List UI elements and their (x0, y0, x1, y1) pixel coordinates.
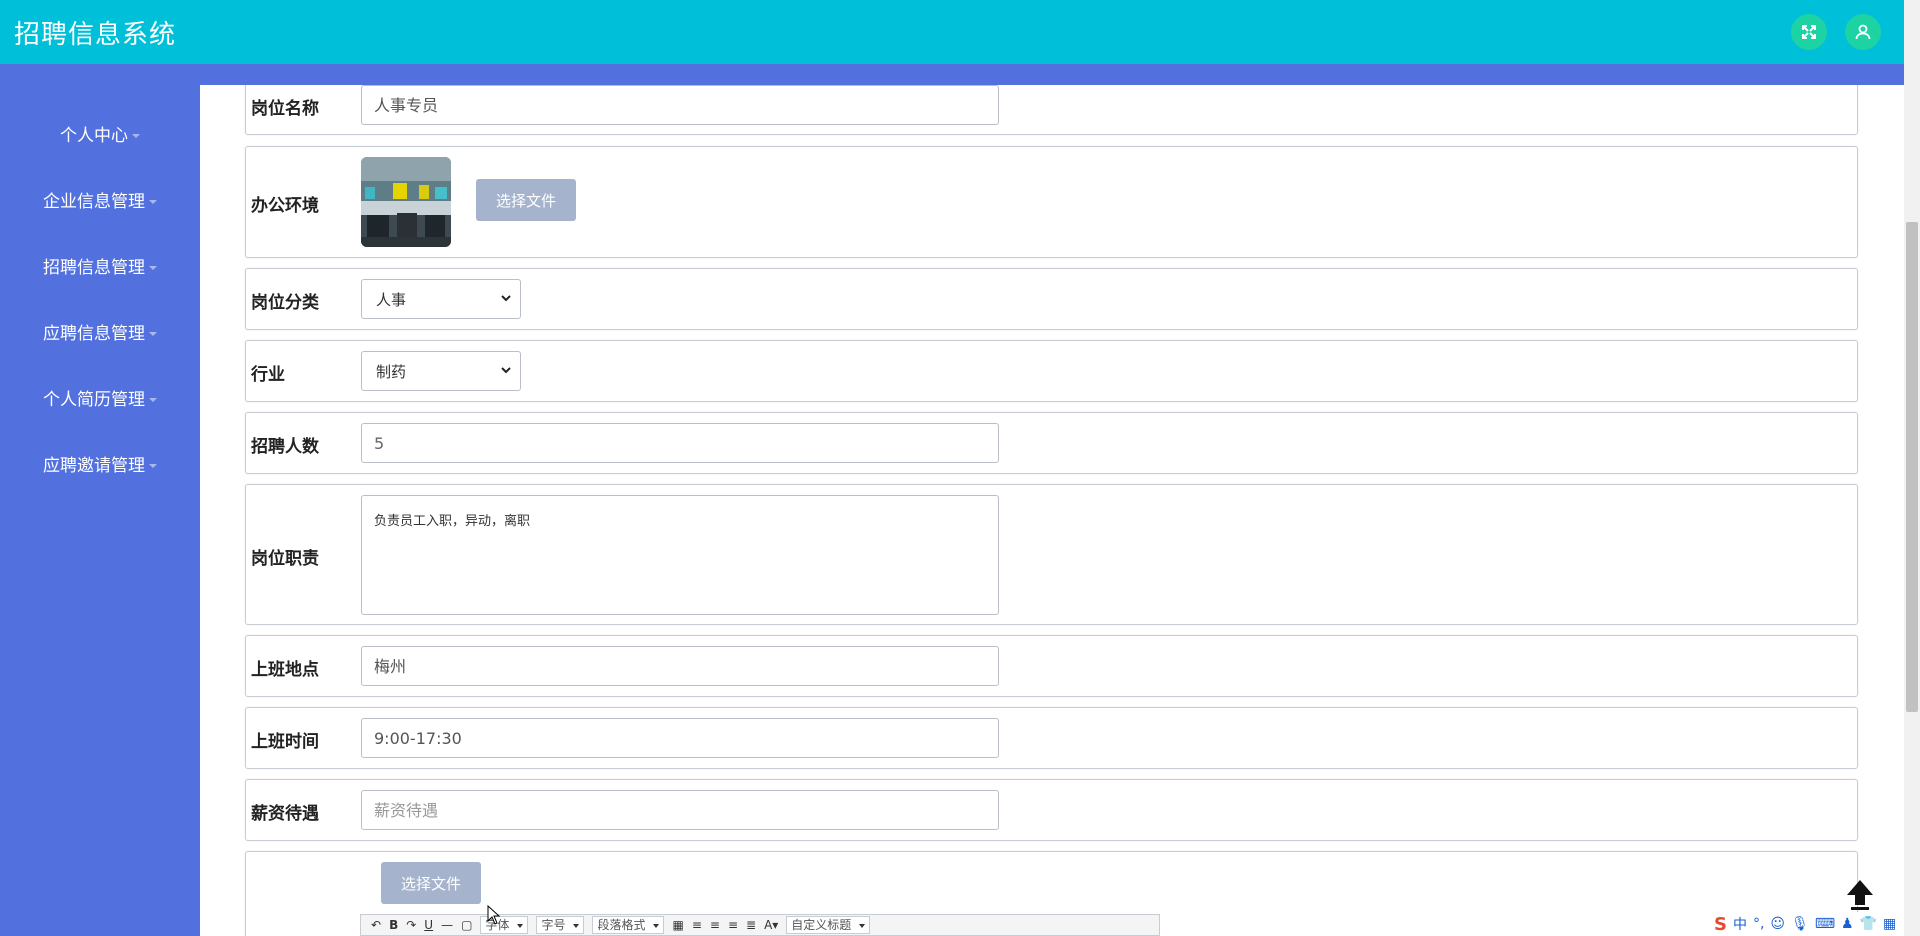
form-row-position-category: 岗位分类 人事 (245, 268, 1858, 330)
form-row-work-location: 上班地点 梅州 (245, 635, 1858, 697)
caret-down-icon (132, 134, 140, 138)
industry-select[interactable]: 制药 (361, 351, 521, 391)
field-label: 岗位分类 (251, 293, 319, 313)
user-button[interactable] (1845, 14, 1881, 50)
field-label: 岗位名称 (251, 99, 319, 119)
duties-textarea[interactable]: 负责员工入职，异动，离职 (361, 495, 999, 615)
sidebar: 个人中心 企业信息管理 招聘信息管理 应聘信息管理 个人简历管理 应聘邀请管理 (0, 64, 200, 936)
form-row-work-hours: 上班时间 9:00-17:30 (245, 707, 1858, 769)
font-color-icon[interactable]: A▾ (764, 918, 778, 932)
sidebar-item-application-info[interactable]: 应聘信息管理 (0, 319, 200, 344)
punctuation-icon[interactable]: °, (1753, 916, 1764, 932)
form-row-position-name: 岗位名称 人事专员 (245, 85, 1858, 135)
keyboard-icon[interactable]: ⌨ (1815, 916, 1835, 932)
form-row-industry: 行业 制药 (245, 340, 1858, 402)
field-label: 岗位职责 (251, 549, 319, 569)
fullscreen-button[interactable] (1791, 14, 1827, 50)
table-icon[interactable]: ▦ (672, 918, 683, 932)
sidebar-item-invitation[interactable]: 应聘邀请管理 (0, 451, 200, 476)
arrow-up-icon (1847, 880, 1873, 910)
caret-down-icon (149, 464, 157, 468)
editor-toolbar: ↶ B ↷ U — ▢ 字体 字号 段落格式 ▦ ≡ ≡ ≡ ≣ A▾ 自定义标… (360, 914, 1160, 936)
form-row-headcount: 招聘人数 5 (245, 412, 1858, 474)
form-row-office-env: 办公环境 选择文件 (245, 146, 1858, 258)
caret-down-icon (149, 200, 157, 204)
app-title: 招聘信息系统 (14, 20, 177, 50)
user-icon (1855, 24, 1871, 40)
ime-language[interactable]: 中 (1733, 914, 1747, 934)
ime-toolbar: S 中 °, ☺ 🎙 ⌨ ♟ 👕 ▦ (1710, 912, 1904, 936)
undo-icon[interactable]: ↶ (371, 918, 381, 932)
work-location-input[interactable]: 梅州 (361, 646, 999, 686)
custom-title-dropdown[interactable]: 自定义标题 (786, 916, 871, 934)
redo-icon[interactable]: ↷ (406, 918, 416, 932)
form-row-salary: 薪资待遇 薪资待遇 (245, 779, 1858, 841)
main-form: 岗位名称 人事专员 办公环境 选择文件 岗位分类 人事 行业 制药 招聘人数 5… (200, 85, 1904, 936)
salary-input[interactable]: 薪资待遇 (361, 790, 999, 830)
header-strip (200, 64, 1904, 85)
grid-icon[interactable]: ▦ (1883, 916, 1896, 932)
back-to-top-button[interactable] (1840, 874, 1880, 914)
top-header: 招聘信息系统 (0, 0, 1904, 64)
position-category-select[interactable]: 人事 (361, 279, 521, 319)
caret-down-icon (149, 398, 157, 402)
field-label: 上班地点 (251, 660, 319, 680)
paragraph-dropdown[interactable]: 段落格式 (592, 916, 665, 934)
office-file-button[interactable]: 选择文件 (476, 179, 576, 221)
sogou-logo-icon: S (1714, 913, 1727, 935)
caret-down-icon (149, 266, 157, 270)
field-label: 办公环境 (251, 196, 319, 216)
expand-icon (1802, 25, 1816, 39)
field-label: 招聘人数 (251, 437, 319, 457)
sidebar-item-recruitment-info[interactable]: 招聘信息管理 (0, 253, 200, 278)
scrollbar-thumb[interactable] (1906, 222, 1918, 712)
form-row-duties: 岗位职责 负责员工入职，异动，离职 (245, 484, 1858, 625)
work-hours-input[interactable]: 9:00-17:30 (361, 718, 999, 758)
bold-icon[interactable]: B (389, 918, 398, 932)
field-label: 行业 (251, 365, 285, 385)
field-label: 上班时间 (251, 732, 319, 752)
chevron-down-icon (501, 367, 511, 374)
chevron-down-icon (501, 295, 511, 302)
align-left-icon[interactable]: ≡ (692, 918, 702, 932)
justify-icon[interactable]: ≣ (746, 918, 756, 932)
underline-icon[interactable]: U (424, 918, 433, 932)
emoji-icon[interactable]: ☺ (1770, 916, 1785, 932)
mic-icon[interactable]: 🎙 (1791, 916, 1809, 932)
sidebar-item-personal-center[interactable]: 个人中心 (0, 121, 200, 146)
user-tray-icon[interactable]: ♟ (1841, 916, 1854, 932)
align-right-icon[interactable]: ≡ (728, 918, 738, 932)
sidebar-item-company-info[interactable]: 企业信息管理 (0, 187, 200, 212)
paste-icon[interactable]: ▢ (461, 918, 472, 932)
position-name-input[interactable]: 人事专员 (361, 85, 999, 125)
office-photo (361, 157, 451, 247)
mouse-cursor-icon (487, 905, 501, 925)
detail-file-button[interactable]: 选择文件 (381, 862, 481, 904)
headcount-input[interactable]: 5 (361, 423, 999, 463)
shirt-icon[interactable]: 👕 (1860, 916, 1877, 932)
field-label: 薪资待遇 (251, 804, 319, 824)
sidebar-item-resume[interactable]: 个人简历管理 (0, 385, 200, 410)
size-dropdown[interactable]: 字号 (536, 916, 585, 934)
align-center-icon[interactable]: ≡ (710, 918, 720, 932)
strike-icon[interactable]: — (441, 918, 453, 932)
caret-down-icon (149, 332, 157, 336)
